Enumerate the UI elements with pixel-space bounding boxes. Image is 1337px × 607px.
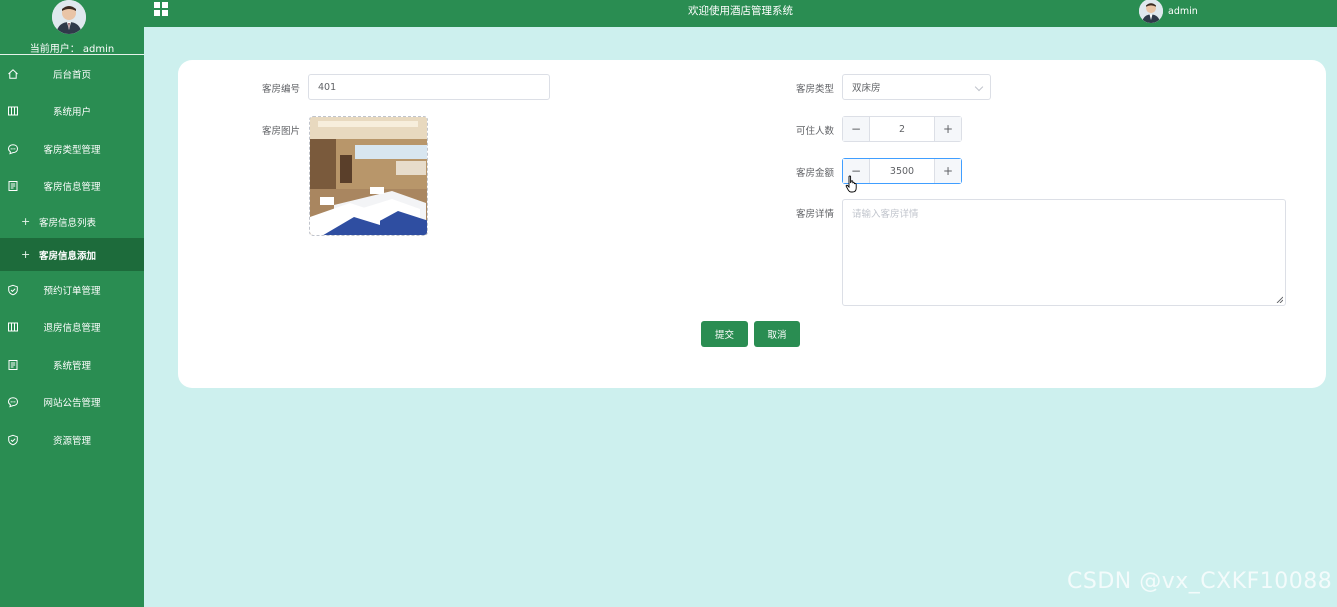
sidebar-subitem-label: 客房信息列表 [39, 217, 97, 229]
sidebar-item-dashboard[interactable]: 后台首页 [0, 55, 144, 93]
submit-button[interactable]: 提交 [701, 321, 748, 347]
shield-icon [8, 434, 18, 446]
header-username: admin [1168, 5, 1198, 17]
price-stepper[interactable]: − 3500 + [842, 158, 962, 184]
capacity-stepper[interactable]: − 2 + [842, 116, 962, 142]
avatar[interactable] [52, 0, 86, 34]
sidebar-item-checkout[interactable]: 退房信息管理 [0, 309, 144, 347]
room-number-input[interactable]: 401 [308, 74, 550, 100]
current-user-name: admin [82, 44, 115, 55]
details-placeholder: 请输入客房详情 [852, 209, 919, 220]
sidebar-item-label: 资源管理 [52, 435, 91, 447]
room-type-value: 双床房 [852, 83, 881, 94]
room-photo [310, 117, 427, 235]
sidebar-item-label: 网站公告管理 [43, 398, 101, 410]
details-textarea[interactable]: 请输入客房详情 [842, 199, 1286, 306]
sidebar-item-label: 客房类型管理 [43, 144, 101, 156]
capacity-value[interactable]: 2 [870, 117, 934, 141]
columns-icon [8, 106, 18, 116]
price-value[interactable]: 3500 [870, 159, 934, 183]
room-number-label: 客房编号 [261, 84, 300, 95]
chat-icon [7, 144, 19, 155]
room-image-label: 客房图片 [261, 126, 300, 137]
sidebar-item-label: 后台首页 [52, 69, 91, 81]
room-type-select[interactable]: 双床房 [842, 74, 991, 100]
sidebar-subitem-room-list[interactable]: + 客房信息列表 [0, 205, 144, 238]
plus-icon: + [21, 248, 31, 261]
top-header: 欢迎使用酒店管理系统 admin [144, 0, 1337, 27]
avatar[interactable] [1139, 0, 1163, 23]
sidebar-item-resources[interactable]: 资源管理 [0, 421, 144, 459]
room-type-label: 客房类型 [795, 84, 834, 95]
sidebar-menu: 后台首页 系统用户 客房类型管理 客房信息管理 + 客房信息列表 + 客房信息添… [0, 55, 144, 459]
sidebar-subitem-label: 客房信息添加 [39, 250, 97, 262]
sidebar-item-system-settings[interactable]: 系统管理 [0, 346, 144, 384]
watermark: CSDN @vx_CXKF10088 [1067, 569, 1333, 594]
sidebar-subitem-room-add[interactable]: + 客房信息添加 [0, 238, 144, 271]
sidebar-item-room-types[interactable]: 客房类型管理 [0, 130, 144, 168]
cancel-button[interactable]: 取消 [754, 321, 800, 347]
sidebar-item-announcements[interactable]: 网站公告管理 [0, 384, 144, 422]
resize-grip-icon[interactable] [1276, 296, 1283, 303]
details-label: 客房详情 [795, 209, 834, 220]
sidebar-item-room-info[interactable]: 客房信息管理 [0, 168, 144, 206]
capacity-label: 可住人数 [795, 126, 834, 137]
sidebar: 当前用户： admin 后台首页 系统用户 客房类型管理 客房信息管理 + 客房… [0, 0, 144, 607]
hand-cursor-icon [845, 175, 857, 193]
plus-icon: + [21, 215, 31, 228]
room-image-upload[interactable] [309, 116, 428, 236]
chevron-down-icon [974, 82, 984, 92]
columns-icon [8, 322, 18, 332]
sidebar-item-bookings[interactable]: 预约订单管理 [0, 271, 144, 309]
sidebar-item-label: 预约订单管理 [43, 285, 101, 297]
sidebar-item-system-users[interactable]: 系统用户 [0, 93, 144, 131]
room-form-card: 客房编号 401 客房图片 客房类型 双床房 可住人数 − 2 + 客房金额 −… [178, 60, 1326, 388]
current-user-label: 当前用户： [29, 44, 80, 55]
room-number-value: 401 [318, 81, 337, 93]
chat-icon [7, 397, 19, 408]
minus-icon[interactable]: − [843, 117, 870, 141]
sidebar-item-label: 系统管理 [52, 360, 91, 372]
header-user[interactable]: admin [1139, 0, 1198, 23]
sidebar-item-label: 系统用户 [52, 107, 91, 119]
shield-icon [8, 284, 18, 296]
current-user: 当前用户： admin [0, 40, 144, 55]
document-icon [8, 181, 18, 192]
sidebar-item-label: 客房信息管理 [43, 182, 101, 194]
plus-icon[interactable]: + [934, 117, 961, 141]
sidebar-user-panel: 当前用户： admin [0, 0, 144, 55]
document-icon [8, 359, 18, 370]
price-label: 客房金额 [795, 168, 834, 179]
home-icon [8, 68, 18, 79]
plus-icon[interactable]: + [934, 159, 961, 183]
sidebar-item-label: 退房信息管理 [43, 323, 101, 335]
